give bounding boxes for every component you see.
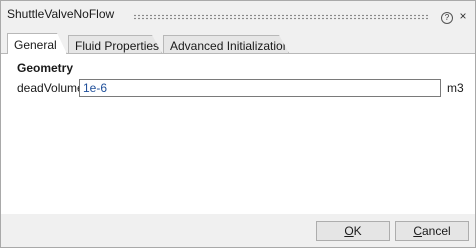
cancel-button[interactable]: Cancel [395, 221, 469, 241]
title-bar[interactable]: ShuttleValveNoFlow ? × [1, 1, 475, 27]
dead-volume-label: deadVolume [17, 81, 84, 95]
general-panel: Geometry deadVolume 1e-6 m3 [1, 53, 475, 214]
ok-button[interactable]: OK [316, 221, 390, 241]
cancel-mnemonic: C [413, 224, 422, 238]
dead-volume-unit: m3 [447, 81, 464, 95]
ok-label-rest: K [353, 224, 362, 238]
close-icon[interactable]: × [457, 10, 469, 22]
ok-mnemonic: O [344, 224, 354, 238]
tab-bar: General Fluid Properties Advanced Initia… [7, 33, 471, 53]
tab-general[interactable]: General [7, 33, 67, 54]
dead-volume-value: 1e-6 [83, 81, 108, 95]
window-title: ShuttleValveNoFlow [7, 7, 115, 21]
help-icon[interactable]: ? [441, 12, 453, 24]
dead-volume-input[interactable]: 1e-6 [79, 79, 441, 97]
cancel-label-rest: ancel [421, 224, 451, 238]
tab-advanced-initialization[interactable]: Advanced Initialization [163, 35, 289, 53]
section-title-geometry: Geometry [17, 61, 74, 75]
dialog-window: ShuttleValveNoFlow ? × General Fluid Pro… [0, 0, 476, 248]
tab-fluid-properties[interactable]: Fluid Properties [68, 35, 162, 53]
drag-grip[interactable] [133, 14, 429, 20]
